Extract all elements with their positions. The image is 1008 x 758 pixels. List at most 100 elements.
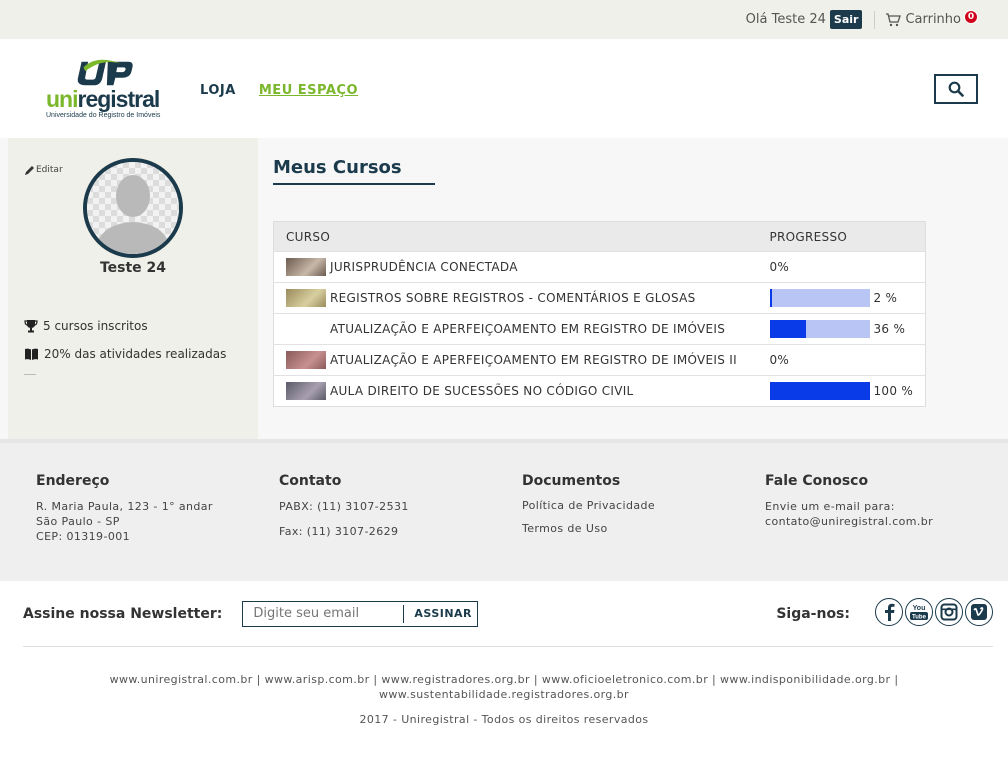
progress-cell: 100 %: [757, 375, 926, 407]
newsletter-email-input[interactable]: [243, 606, 404, 621]
progress-bar-fill: [769, 320, 806, 338]
edit-label: Editar: [36, 165, 63, 175]
nav-loja[interactable]: LOJA: [200, 83, 236, 98]
footer-address-title: Endereço: [36, 473, 110, 489]
footer-contact: Contato PABX: (11) 3107-2531 Fax: (11) 3…: [279, 473, 522, 581]
vimeo-icon: [971, 604, 987, 620]
progress-cell: 2 %: [757, 282, 926, 314]
footer-documents-title: Documentos: [522, 473, 621, 489]
courses-title: Meus Cursos: [273, 157, 435, 185]
course-thumbnail: [286, 351, 326, 369]
svg-text:Tube: Tube: [912, 615, 927, 621]
user-placeholder-icon: [87, 162, 179, 254]
partner-links: www.uniregistral.com.br | www.arisp.com.…: [109, 673, 899, 701]
nav-meu-espaco[interactable]: MEU ESPAÇO: [259, 83, 358, 98]
book-icon: [25, 348, 38, 360]
course-name[interactable]: ATUALIZAÇÃO E APERFEIÇOAMENTO EM REGISTR…: [330, 322, 725, 336]
partner-link[interactable]: www.uniregistral.com.br: [110, 673, 253, 686]
course-name[interactable]: JURISPRUDÊNCIA CONECTADA: [330, 260, 518, 274]
table-row[interactable]: JURISPRUDÊNCIA CONECTADA 0%: [273, 251, 926, 283]
course-cell: REGISTROS SOBRE REGISTROS - COMENTÁRIOS …: [273, 282, 758, 314]
progress-bar: [769, 320, 870, 338]
courses-section: Meus Cursos CURSO PROGRESSO JURISPRUDÊNC…: [273, 138, 933, 439]
logout-button[interactable]: Sair: [829, 10, 863, 29]
footer-info: Endereço R. Maria Paula, 123 - 1° andar …: [0, 439, 1008, 581]
cart-icon: [886, 12, 902, 26]
logo-wordmark: uniregistral: [46, 86, 160, 112]
address-line: R. Maria Paula, 123 - 1° andar: [36, 500, 213, 513]
profile-sidebar: Editar Teste 24 5 cursos inscritos 20% d…: [8, 138, 258, 439]
site-header: uniregistral Universidade do Registro de…: [0, 39, 1008, 138]
course-cell: JURISPRUDÊNCIA CONECTADA: [273, 251, 758, 283]
partner-link[interactable]: www.indisponibilidade.org.br: [720, 673, 890, 686]
instagram-link[interactable]: [935, 598, 963, 626]
search-icon: [948, 81, 964, 97]
facebook-link[interactable]: [875, 598, 903, 626]
progress-bar-fill: [769, 382, 870, 400]
terms-of-use-link[interactable]: Termos de Uso: [522, 522, 765, 535]
logo-subtitle: Universidade do Registro de Imóveis: [46, 112, 161, 119]
progress-cell: 0%: [757, 251, 926, 283]
uniregistral-logo[interactable]: uniregistral Universidade do Registro de…: [46, 58, 166, 119]
progress-text: 100 %: [873, 384, 914, 398]
divider: [874, 10, 876, 29]
trophy-icon: [24, 320, 38, 333]
facebook-icon: [885, 603, 895, 621]
contact-email-label: Envie um e-mail para:: [765, 500, 895, 513]
social-links: You Tube: [873, 598, 993, 626]
course-thumbnail: [286, 382, 326, 400]
privacy-policy-link[interactable]: Política de Privacidade: [522, 499, 765, 512]
table-row[interactable]: ATUALIZAÇÃO E APERFEIÇOAMENTO EM REGISTR…: [273, 344, 926, 376]
course-cell: AULA DIREITO DE SUCESSÕES NO CÓDIGO CIVI…: [273, 375, 758, 407]
courses-table: CURSO PROGRESSO JURISPRUDÊNCIA CONECTADA…: [273, 221, 926, 407]
main-area: Editar Teste 24 5 cursos inscritos 20% d…: [0, 138, 1008, 439]
logo-mark-icon: [77, 59, 133, 86]
progress-cell: 0%: [757, 344, 926, 376]
course-thumbnail: [286, 258, 326, 276]
footer-documents: Documentos Política de Privacidade Termo…: [522, 473, 765, 581]
divider: [24, 374, 36, 375]
greeting-text: Olá Teste 24: [745, 12, 826, 27]
newsletter-bar: Assine nossa Newsletter: ASSINAR Siga-no…: [0, 581, 1008, 646]
activities-done-stat: 20% das atividades realizadas: [24, 347, 226, 361]
instagram-icon: [940, 603, 958, 621]
partner-link[interactable]: www.oficioeletronico.com.br: [542, 673, 708, 686]
search-button[interactable]: [934, 74, 978, 104]
table-row[interactable]: ATUALIZAÇÃO E APERFEIÇOAMENTO EM REGISTR…: [273, 313, 926, 345]
table-header-row: CURSO PROGRESSO: [273, 221, 926, 252]
progress-bar: [769, 382, 870, 400]
cart-link[interactable]: Carrinho 0: [885, 9, 978, 27]
course-name[interactable]: REGISTROS SOBRE REGISTROS - COMENTÁRIOS …: [330, 291, 696, 305]
partner-link[interactable]: www.arisp.com.br: [265, 673, 370, 686]
cart-count-badge: 0: [964, 9, 978, 24]
progress-bar: [769, 289, 870, 307]
svg-text:You: You: [913, 605, 926, 612]
course-name[interactable]: ATUALIZAÇÃO E APERFEIÇOAMENTO EM REGISTR…: [330, 353, 737, 367]
course-thumbnail: [286, 289, 326, 307]
vimeo-link[interactable]: [965, 598, 993, 626]
avatar: [83, 158, 183, 258]
contact-email-link[interactable]: contato@uniregistral.com.br: [765, 514, 1008, 529]
progress-text: 0%: [769, 353, 790, 367]
course-cell: ATUALIZAÇÃO E APERFEIÇOAMENTO EM REGISTR…: [273, 313, 758, 345]
address-line: São Paulo - SP: [36, 515, 120, 528]
partner-link[interactable]: www.sustentabilidade.registradores.org.b…: [379, 688, 629, 701]
progress-text: 0%: [769, 260, 790, 274]
top-bar: Olá Teste 24 Sair Carrinho 0: [0, 0, 1008, 39]
table-row[interactable]: REGISTROS SOBRE REGISTROS - COMENTÁRIOS …: [273, 282, 926, 314]
cart-label: Carrinho: [905, 12, 961, 27]
youtube-link[interactable]: You Tube: [905, 598, 933, 626]
pencil-icon: [25, 166, 34, 175]
edit-profile-link[interactable]: Editar: [24, 164, 63, 176]
newsletter-label: Assine nossa Newsletter:: [23, 605, 223, 622]
table-row[interactable]: AULA DIREITO DE SUCESSÕES NO CÓDIGO CIVI…: [273, 375, 926, 407]
partner-link[interactable]: www.registradores.org.br: [381, 673, 530, 686]
footer-talk: Fale Conosco Envie um e-mail para: conta…: [765, 473, 1008, 581]
column-header-course: CURSO: [286, 229, 331, 244]
contact-fax: Fax: (11) 3107-2629: [279, 525, 399, 538]
divider: [23, 646, 993, 647]
progress-cell: 36 %: [757, 313, 926, 345]
course-name[interactable]: AULA DIREITO DE SUCESSÕES NO CÓDIGO CIVI…: [330, 384, 634, 398]
profile-name: Teste 24: [99, 260, 167, 276]
newsletter-subscribe-button[interactable]: ASSINAR: [403, 604, 472, 623]
